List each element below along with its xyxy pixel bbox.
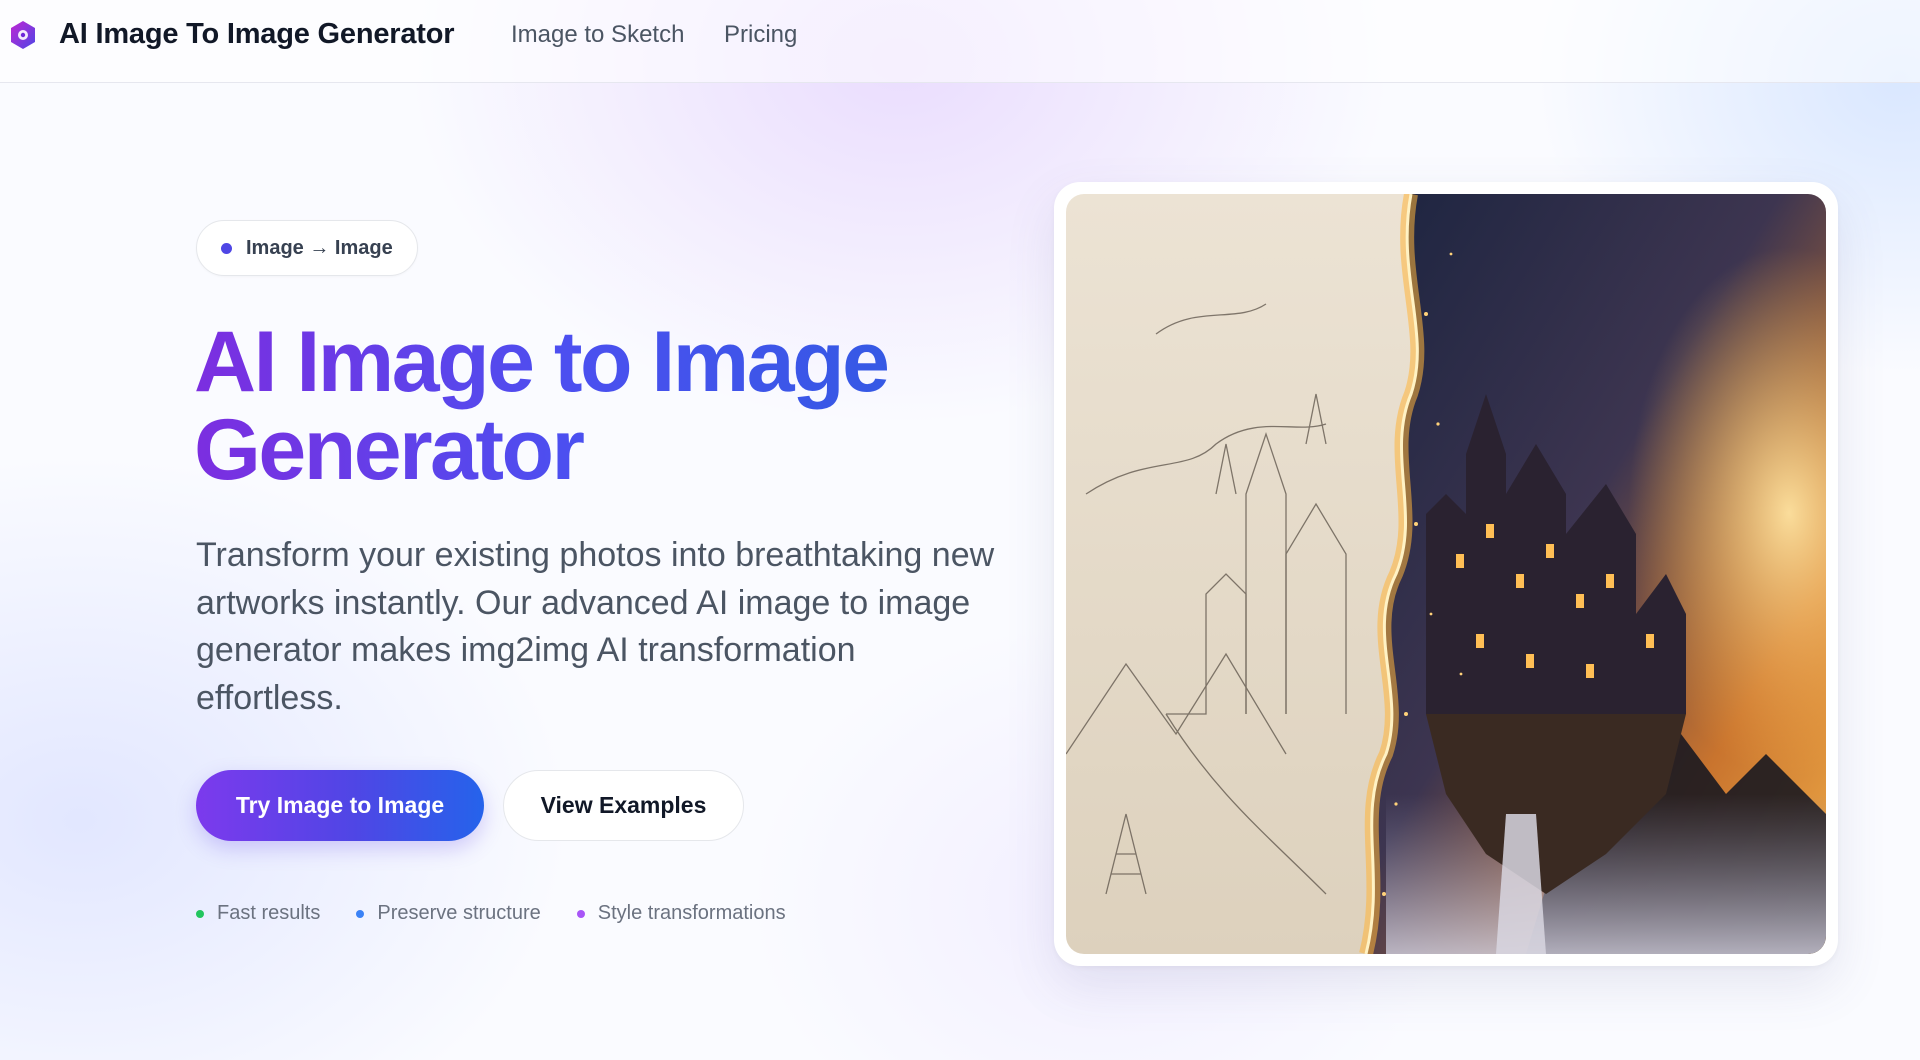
top-navbar: AI Image To Image Generator Image to Ske… <box>0 0 1920 83</box>
feature-item-style-transformations: Style transformations <box>576 902 786 925</box>
logo-icon[interactable] <box>10 20 36 50</box>
nav-link-image-to-sketch[interactable]: Image to Sketch <box>511 21 684 49</box>
badge-dot-icon <box>221 242 232 254</box>
bullet-dot-icon <box>356 909 365 918</box>
hero-title: AI Image to Image Generator <box>194 318 1014 494</box>
feature-label: Style transformations <box>597 902 786 924</box>
feature-item-fast-results: Fast results <box>196 902 320 925</box>
sketch-to-fantasy-castle-image <box>1066 194 1826 954</box>
mode-badge: Image → Image <box>196 220 418 276</box>
feature-item-preserve-structure: Preserve structure <box>356 902 541 925</box>
hero-description: Transform your existing photos into brea… <box>196 536 995 717</box>
hero-title-line-1: AI Image to Image <box>194 314 888 410</box>
feature-label: Preserve structure <box>377 902 541 924</box>
feature-list: Fast results Preserve structure Style tr… <box>196 902 822 925</box>
nav-link-pricing[interactable]: Pricing <box>724 21 797 49</box>
try-image-to-image-button[interactable]: Try Image to Image <box>196 770 484 841</box>
brand-name[interactable]: AI Image To Image Generator <box>59 18 455 51</box>
view-examples-button[interactable]: View Examples <box>503 770 744 841</box>
hero-title-line-2: Generator <box>194 402 583 498</box>
badge-label: Image → Image <box>246 236 393 259</box>
feature-label: Fast results <box>217 902 321 924</box>
hero-image-card <box>1054 182 1838 966</box>
bullet-dot-icon <box>576 909 585 918</box>
bullet-dot-icon <box>196 909 204 918</box>
